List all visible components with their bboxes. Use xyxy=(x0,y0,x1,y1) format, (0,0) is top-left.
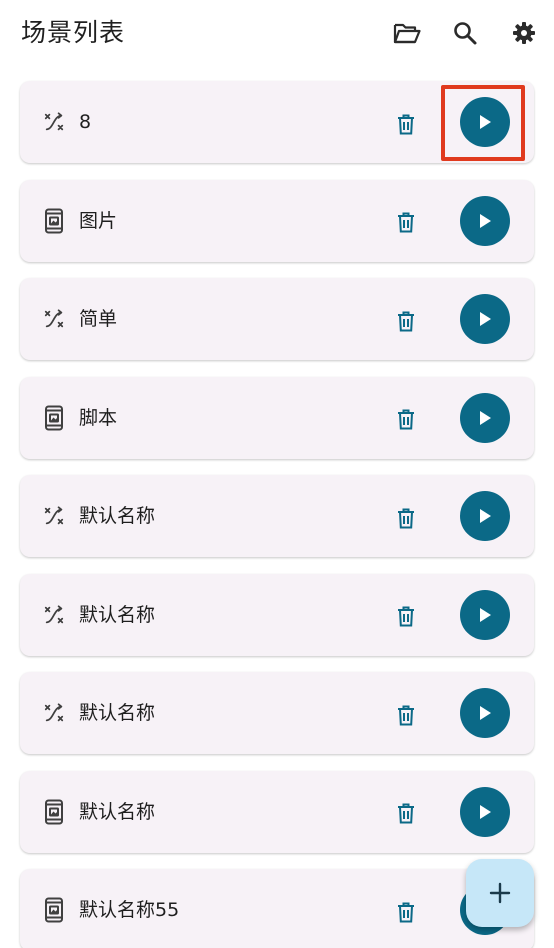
scene-card[interactable]: 默认名称 xyxy=(20,672,534,754)
scene-card[interactable]: 简单 xyxy=(20,278,534,360)
add-icon xyxy=(489,882,511,904)
shuffle-icon xyxy=(42,701,66,725)
folder-open-icon[interactable] xyxy=(392,18,422,48)
gear-icon[interactable] xyxy=(509,18,539,48)
play-button[interactable] xyxy=(460,786,510,837)
top-app-bar: 场景列表 xyxy=(0,0,554,66)
add-scene-button[interactable] xyxy=(466,859,534,927)
delete-icon[interactable] xyxy=(395,409,417,431)
scene-card[interactable]: 脚本 xyxy=(20,376,534,459)
scene-name: 简单 xyxy=(79,308,118,330)
play-button[interactable] xyxy=(460,294,510,344)
delete-icon[interactable] xyxy=(395,113,417,135)
scene-list: 8 图片 简单 脚本 默认名称 默认名称 默认名称 默认名称 默认名称55 xyxy=(20,81,534,948)
app-screen: 场景列表 8 图片 简单 脚本 默认名称 默认名称 默认名称 默认名称 默认名称… xyxy=(0,0,554,948)
play-button[interactable] xyxy=(460,392,510,443)
scene-name: 8 xyxy=(79,111,92,133)
shuffle-icon xyxy=(42,307,66,331)
shuffle-icon xyxy=(42,504,66,528)
play-icon xyxy=(480,312,491,326)
scene-name: 默认名称 xyxy=(79,505,156,527)
play-button[interactable] xyxy=(460,688,510,738)
delete-icon[interactable] xyxy=(395,212,417,234)
delete-icon[interactable] xyxy=(395,606,417,628)
delete-icon[interactable] xyxy=(395,310,417,332)
scene-card[interactable]: 默认名称 xyxy=(20,770,534,853)
play-button[interactable] xyxy=(460,491,510,541)
play-icon xyxy=(480,213,491,228)
phone-image-icon xyxy=(42,405,66,430)
highlight-box xyxy=(441,85,525,161)
shuffle-icon xyxy=(42,110,66,134)
play-button[interactable] xyxy=(460,195,510,246)
scene-name: 默认名称55 xyxy=(79,899,180,921)
scene-card[interactable]: 默认名称55 xyxy=(20,869,534,948)
scene-card[interactable]: 8 xyxy=(20,81,534,163)
scene-name: 默认名称 xyxy=(79,702,156,724)
delete-icon[interactable] xyxy=(395,901,417,923)
play-icon xyxy=(480,607,491,622)
play-button[interactable] xyxy=(460,589,510,640)
phone-image-icon xyxy=(42,799,66,824)
scene-name: 脚本 xyxy=(79,406,118,429)
scene-card[interactable]: 图片 xyxy=(20,179,534,262)
play-icon xyxy=(480,804,491,819)
search-icon[interactable] xyxy=(450,18,480,48)
delete-icon[interactable] xyxy=(395,507,417,529)
play-icon xyxy=(480,706,491,720)
scene-name: 默认名称 xyxy=(79,603,156,626)
scene-card[interactable]: 默认名称 xyxy=(20,475,534,557)
scene-name: 默认名称 xyxy=(79,800,156,823)
phone-image-icon xyxy=(42,897,66,923)
play-icon xyxy=(480,410,491,425)
page-title: 场景列表 xyxy=(21,18,126,47)
scene-name: 图片 xyxy=(79,209,118,232)
shuffle-icon xyxy=(42,603,66,627)
delete-icon[interactable] xyxy=(395,803,417,825)
phone-image-icon xyxy=(42,208,66,233)
scene-card[interactable]: 默认名称 xyxy=(20,573,534,656)
play-icon xyxy=(480,509,491,523)
delete-icon[interactable] xyxy=(395,704,417,726)
